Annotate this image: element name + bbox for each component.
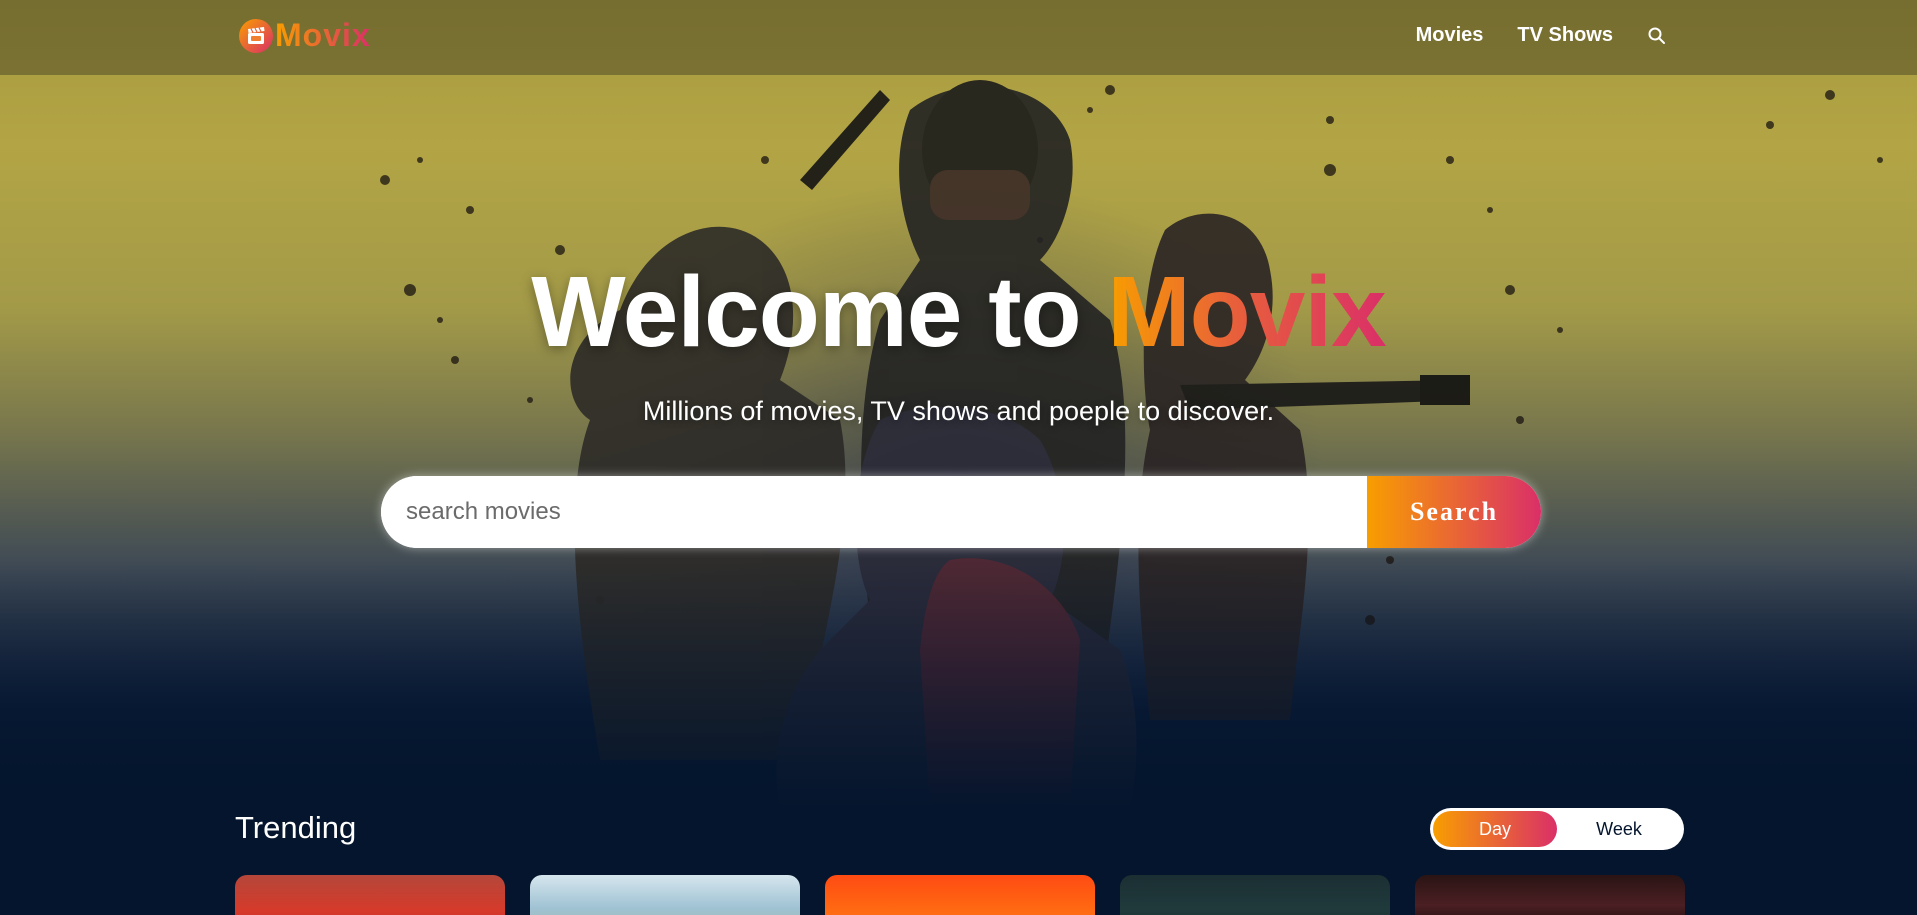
search-input[interactable] (381, 476, 1367, 548)
trending-carousel (235, 875, 1685, 915)
movie-card[interactable] (235, 875, 505, 915)
movie-card[interactable] (1415, 875, 1685, 915)
trending-title: Trending (235, 810, 357, 845)
hero-subtitle: Millions of movies, TV shows and poeple … (642, 396, 1275, 426)
hero-title-brand: Movix (1107, 256, 1386, 368)
trending-time-switch: Day Week (1430, 808, 1684, 850)
main-nav: Movies TV Shows (1382, 24, 1667, 47)
search-button[interactable]: Search (1367, 476, 1541, 548)
logo-text: Movix (275, 17, 371, 53)
page: Movix Movies TV Shows Welcome to Movix M… (0, 0, 1917, 915)
nav-item-tv-shows[interactable]: TV Shows (1517, 24, 1613, 47)
site-header: Movix Movies TV Shows (0, 0, 1917, 75)
search-bar: Search (381, 476, 1541, 548)
movie-card[interactable] (825, 875, 1095, 915)
hero-title: Welcome to Movix (0, 255, 1917, 370)
movie-clapper-icon (239, 18, 273, 53)
hero-fade (0, 560, 1917, 810)
tab-week[interactable]: Week (1557, 811, 1681, 847)
movie-card[interactable] (1120, 875, 1390, 915)
logo[interactable]: Movix (239, 17, 371, 54)
search-icon[interactable] (1647, 26, 1667, 46)
movie-card[interactable] (530, 875, 800, 915)
nav-item-movies[interactable]: Movies (1416, 24, 1484, 47)
hero-title-prefix: Welcome to (531, 256, 1108, 368)
tab-day[interactable]: Day (1433, 811, 1557, 847)
